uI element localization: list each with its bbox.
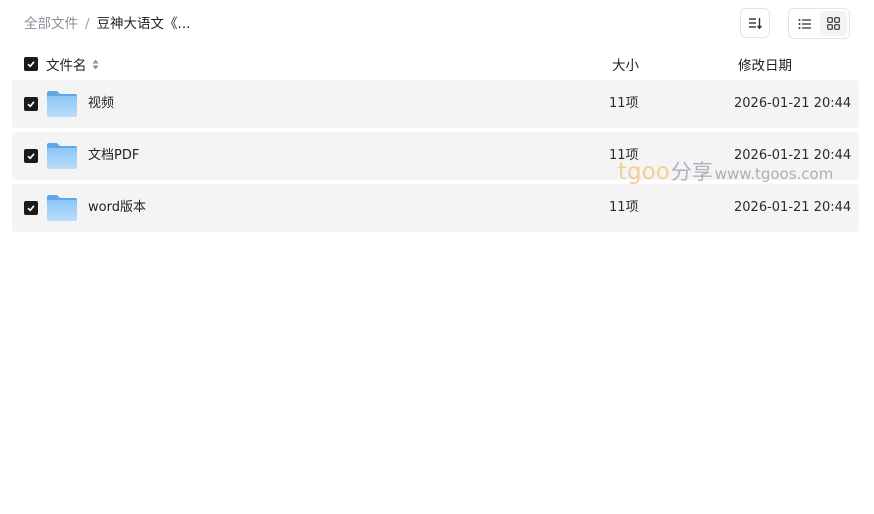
modified-column-header[interactable]: 修改日期: [738, 54, 792, 74]
check-icon: [27, 61, 35, 68]
name-column-header[interactable]: 文件名: [46, 54, 99, 74]
row-size: 11项: [609, 148, 639, 163]
sort-button[interactable]: [740, 8, 770, 38]
breadcrumb-separator: /: [85, 16, 90, 32]
file-browser: 全部文件 / 豆神大语文《... 文件名 大小 修改日期 视频 11项 2026…: [0, 0, 874, 514]
sort-caret-icon: [92, 59, 99, 70]
check-icon: [27, 205, 35, 212]
row-checkbox[interactable]: [24, 149, 38, 163]
breadcrumb: 全部文件 / 豆神大语文《...: [24, 14, 190, 34]
folder-icon: [47, 143, 77, 169]
row-checkbox[interactable]: [24, 97, 38, 111]
row-size: 11项: [609, 96, 639, 111]
table-row[interactable]: 文档PDF 11项 2026-01-21 20:44: [12, 132, 859, 180]
check-icon: [27, 153, 35, 160]
table-row[interactable]: word版本 11项 2026-01-21 20:44: [12, 184, 859, 232]
folder-icon: [47, 91, 77, 117]
select-all-checkbox[interactable]: [24, 57, 38, 71]
grid-view-icon: [827, 17, 840, 30]
row-size: 11项: [609, 200, 639, 215]
row-modified-date: 2026-01-21 20:44: [734, 96, 852, 111]
list-view-button[interactable]: [791, 11, 818, 36]
folder-icon: [47, 195, 77, 221]
breadcrumb-root-link[interactable]: 全部文件: [24, 14, 78, 34]
grid-view-button[interactable]: [820, 11, 847, 36]
table-header: 文件名 大小 修改日期: [0, 52, 874, 76]
list-view-icon: [798, 18, 811, 29]
row-name[interactable]: word版本: [88, 198, 146, 218]
name-column-label: 文件名: [46, 58, 87, 74]
size-column-header[interactable]: 大小: [612, 54, 639, 74]
row-modified-date: 2026-01-21 20:44: [734, 148, 852, 163]
row-name[interactable]: 视频: [88, 94, 114, 114]
sort-icon: [749, 18, 762, 30]
row-name[interactable]: 文档PDF: [88, 146, 139, 166]
row-checkbox[interactable]: [24, 201, 38, 215]
row-modified-date: 2026-01-21 20:44: [734, 200, 852, 215]
table-row[interactable]: 视频 11项 2026-01-21 20:44: [12, 80, 859, 128]
view-mode-toggle: [788, 8, 850, 39]
check-icon: [27, 101, 35, 108]
breadcrumb-current-folder: 豆神大语文《...: [96, 16, 191, 32]
